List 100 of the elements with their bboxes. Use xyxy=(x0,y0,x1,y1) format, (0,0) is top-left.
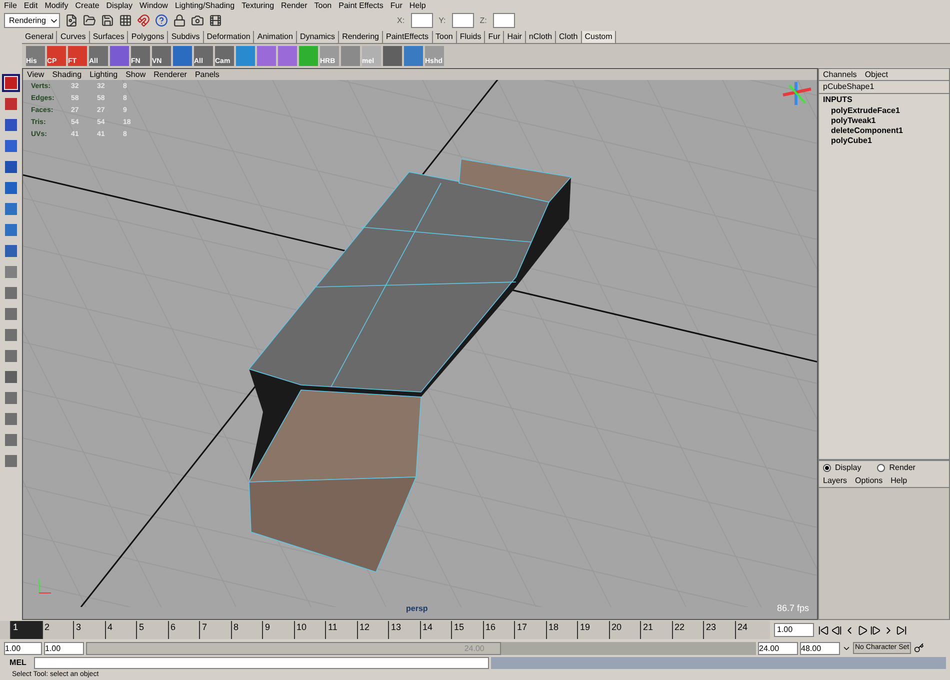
key-icon[interactable] xyxy=(914,643,924,653)
current-time-field[interactable]: 1.00 xyxy=(774,623,814,637)
frame-number: 18 xyxy=(546,621,577,639)
frame-number: 24 xyxy=(734,621,766,639)
menu-item[interactable]: Toon xyxy=(314,0,332,12)
magnet-icon[interactable] xyxy=(137,14,150,27)
mode-dropdown[interactable]: Rendering xyxy=(4,13,60,28)
frame-number: 12 xyxy=(356,621,388,639)
frame-number: 2 xyxy=(42,621,73,639)
fps-readout: 86.7 fps xyxy=(776,602,809,615)
menu-item[interactable]: Texturing xyxy=(242,0,274,12)
shape-name[interactable]: pCubeShape1 xyxy=(819,81,949,94)
frame-number: 20 xyxy=(608,621,640,639)
shelf-button[interactable] xyxy=(278,46,297,66)
film-icon[interactable] xyxy=(209,14,222,27)
input-node[interactable]: polyTweak1 xyxy=(819,116,949,126)
radio-label: Display xyxy=(835,462,862,474)
input-node[interactable]: polyCube1 xyxy=(819,136,949,146)
timeline[interactable]: 1 2 3 4 5 6 7 8 9 10 11 12 13 14 15 16 17 18 19 20 21 22 23 24 xyxy=(0,621,770,639)
menu-item[interactable]: Help xyxy=(409,0,426,12)
menu-item[interactable]: Create xyxy=(75,0,100,12)
frame-number: 21 xyxy=(640,621,672,639)
frame-number: 14 xyxy=(420,621,451,639)
menu-item[interactable]: Paint Effects xyxy=(338,0,384,12)
menu-item[interactable]: Layers xyxy=(823,475,848,487)
shelf-tab[interactable]: Custom xyxy=(582,31,616,43)
input-field[interactable] xyxy=(410,13,433,28)
panel-menu-item[interactable]: Lighting xyxy=(90,69,118,80)
input-node[interactable]: polyExtrudeFace1 xyxy=(819,106,949,116)
frame-number: 5 xyxy=(136,621,168,639)
menu-item[interactable]: Help xyxy=(890,475,908,487)
shelf-button[interactable] xyxy=(173,46,192,66)
playback-end-field[interactable]: 24.00 xyxy=(758,642,798,654)
menu-item[interactable]: Edit xyxy=(24,0,38,12)
menu-item[interactable]: File xyxy=(4,0,17,12)
input-node[interactable]: deleteComponent1 xyxy=(819,126,949,136)
help-icon[interactable] xyxy=(155,14,168,27)
menu-item[interactable]: Window xyxy=(140,0,168,12)
radio-button[interactable] xyxy=(877,464,886,472)
frame-number: 3 xyxy=(73,621,104,639)
frame-number: 9 xyxy=(262,621,294,639)
play-icon[interactable] xyxy=(857,624,868,636)
frame-number: 19 xyxy=(577,621,608,639)
camera-icon[interactable] xyxy=(191,14,204,27)
menu-item[interactable]: Channels xyxy=(823,68,857,80)
field-label: Z: xyxy=(480,14,487,26)
shelf-button[interactable] xyxy=(404,46,423,66)
shelf-button[interactable] xyxy=(341,46,360,66)
menu-item[interactable]: Display xyxy=(106,0,132,12)
playback-start-field[interactable]: 1.00 xyxy=(44,642,84,654)
shelf-button[interactable] xyxy=(236,46,255,66)
axis-icon xyxy=(38,578,52,594)
menu-item[interactable]: Fur xyxy=(390,0,402,12)
menu-item[interactable]: Object xyxy=(864,68,888,80)
frame-number: 1 xyxy=(10,621,42,639)
frame-number: 17 xyxy=(514,621,546,639)
frame-number: 16 xyxy=(482,621,514,639)
menu-item[interactable]: Modify xyxy=(44,0,68,12)
menu-item[interactable]: Lighting/Shading xyxy=(174,0,235,12)
menu-item[interactable]: Options xyxy=(855,475,883,487)
input-field[interactable] xyxy=(452,13,474,28)
radio-button[interactable] xyxy=(823,464,831,472)
command-label: MEL xyxy=(8,657,28,669)
frame-number: 6 xyxy=(168,621,199,639)
panel-menu-item[interactable]: View xyxy=(27,69,44,80)
file-icon[interactable] xyxy=(65,14,78,27)
frame-number: 8 xyxy=(230,621,262,639)
frame-number: 22 xyxy=(672,621,703,639)
end-time-field[interactable]: 48.00 xyxy=(800,642,840,654)
frame-number: 7 xyxy=(199,621,230,639)
shelf-button[interactable] xyxy=(110,46,129,66)
frame-number: 13 xyxy=(388,621,420,639)
frame-number: 10 xyxy=(294,621,325,639)
skip-forward-icon[interactable] xyxy=(896,624,907,636)
folder-icon[interactable] xyxy=(83,14,96,27)
step-forward-icon[interactable] xyxy=(870,624,881,636)
tool-button[interactable] xyxy=(2,74,20,92)
grid-icon[interactable] xyxy=(119,14,132,27)
input-field[interactable] xyxy=(492,13,515,28)
panel-menu-item[interactable]: Shading xyxy=(52,69,82,80)
camera-name: persp xyxy=(406,603,428,615)
field-label: X: xyxy=(397,14,405,26)
command-input[interactable] xyxy=(34,657,489,669)
step-back-icon[interactable] xyxy=(831,624,842,636)
shelf-button[interactable] xyxy=(257,46,276,66)
shelf-button[interactable] xyxy=(383,46,402,66)
lock-icon[interactable] xyxy=(173,14,186,27)
field-label: Y: xyxy=(438,14,446,26)
frame-number: 23 xyxy=(703,621,734,639)
frame-number: 15 xyxy=(451,621,482,639)
panel-menu-item[interactable]: Show xyxy=(126,69,146,80)
panel-menu-item[interactable]: Renderer xyxy=(154,69,187,80)
frame-number: 11 xyxy=(325,621,356,639)
frame-number: 4 xyxy=(104,621,136,639)
menu-item[interactable]: Render xyxy=(281,0,308,12)
panel-menu-item[interactable]: Panels xyxy=(194,69,220,80)
save-icon[interactable] xyxy=(101,14,114,27)
skip-back-icon[interactable] xyxy=(818,624,829,636)
inputs-heading: INPUTS xyxy=(822,94,854,106)
start-time-field[interactable]: 1.00 xyxy=(4,642,42,654)
